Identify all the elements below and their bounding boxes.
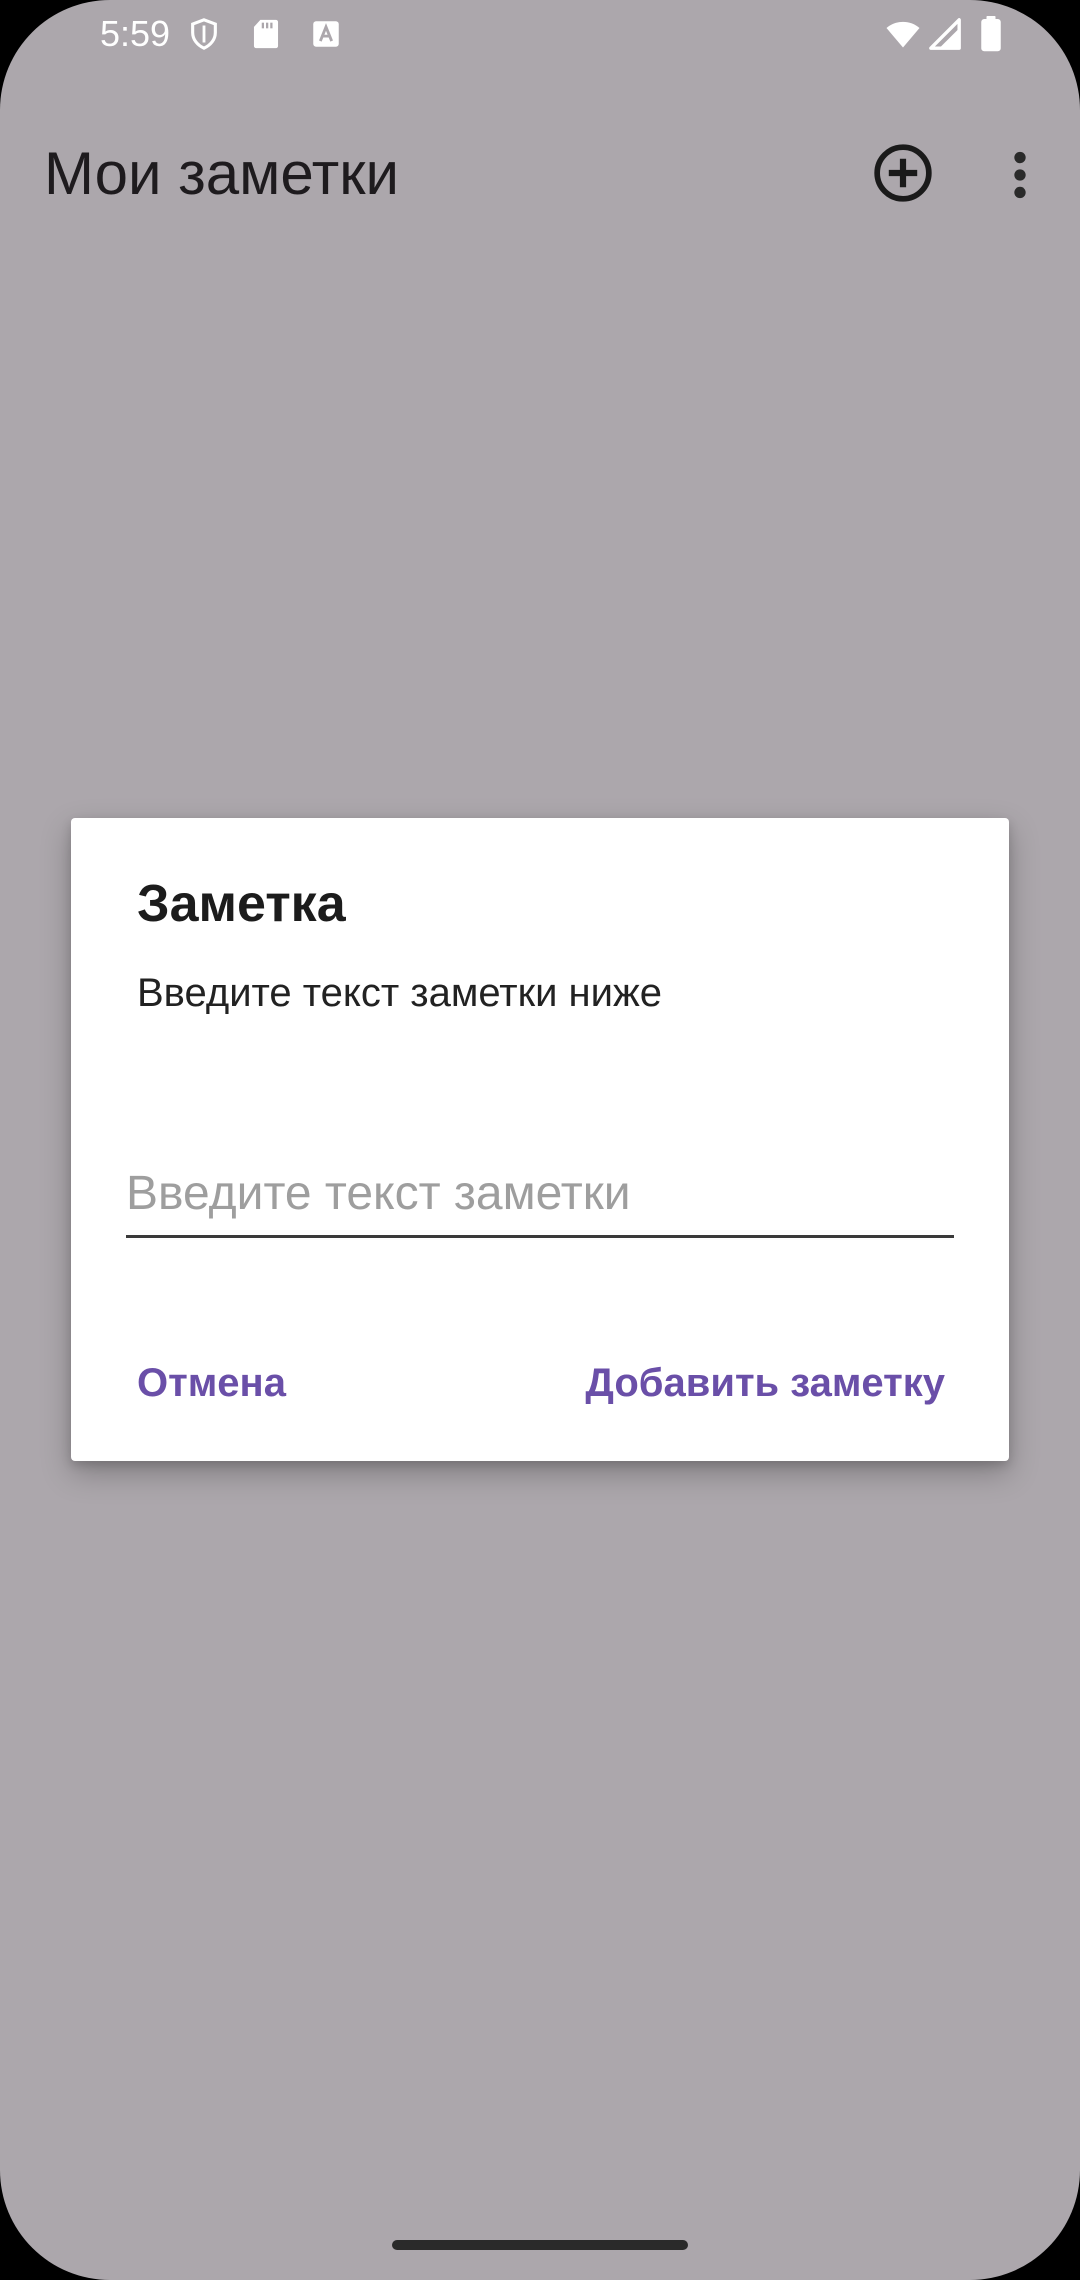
- status-time: 5:59: [100, 13, 171, 54]
- font-icon: [309, 16, 343, 52]
- add-note-dialog: Заметка Введите текст заметки ниже Отмен…: [71, 818, 1009, 1461]
- shield-icon: [187, 16, 221, 52]
- add-note-confirm-button[interactable]: Добавить заметку: [585, 1348, 945, 1418]
- cell-signal-icon: [928, 16, 962, 52]
- app-bar: Мои заметки: [0, 100, 1080, 250]
- page-title: Мои заметки: [44, 140, 399, 207]
- phone-screen: 5:59 Мои заметки Заметка Введите текст з…: [0, 0, 1080, 2280]
- gesture-nav-handle[interactable]: [392, 2240, 688, 2250]
- more-vert-icon: [1014, 151, 1026, 199]
- battery-icon: [978, 16, 1004, 52]
- dialog-title: Заметка: [137, 875, 346, 933]
- note-text-input[interactable]: [126, 1158, 954, 1238]
- status-bar: 5:59: [0, 0, 1080, 70]
- cancel-button[interactable]: Отмена: [137, 1348, 286, 1418]
- add-note-button[interactable]: [866, 136, 940, 210]
- overflow-menu-button[interactable]: [990, 140, 1050, 210]
- dialog-message: Введите текст заметки ниже: [137, 971, 662, 1015]
- add-circle-icon: [874, 144, 932, 202]
- wifi-icon: [884, 16, 922, 52]
- sd-card-icon: [249, 16, 283, 52]
